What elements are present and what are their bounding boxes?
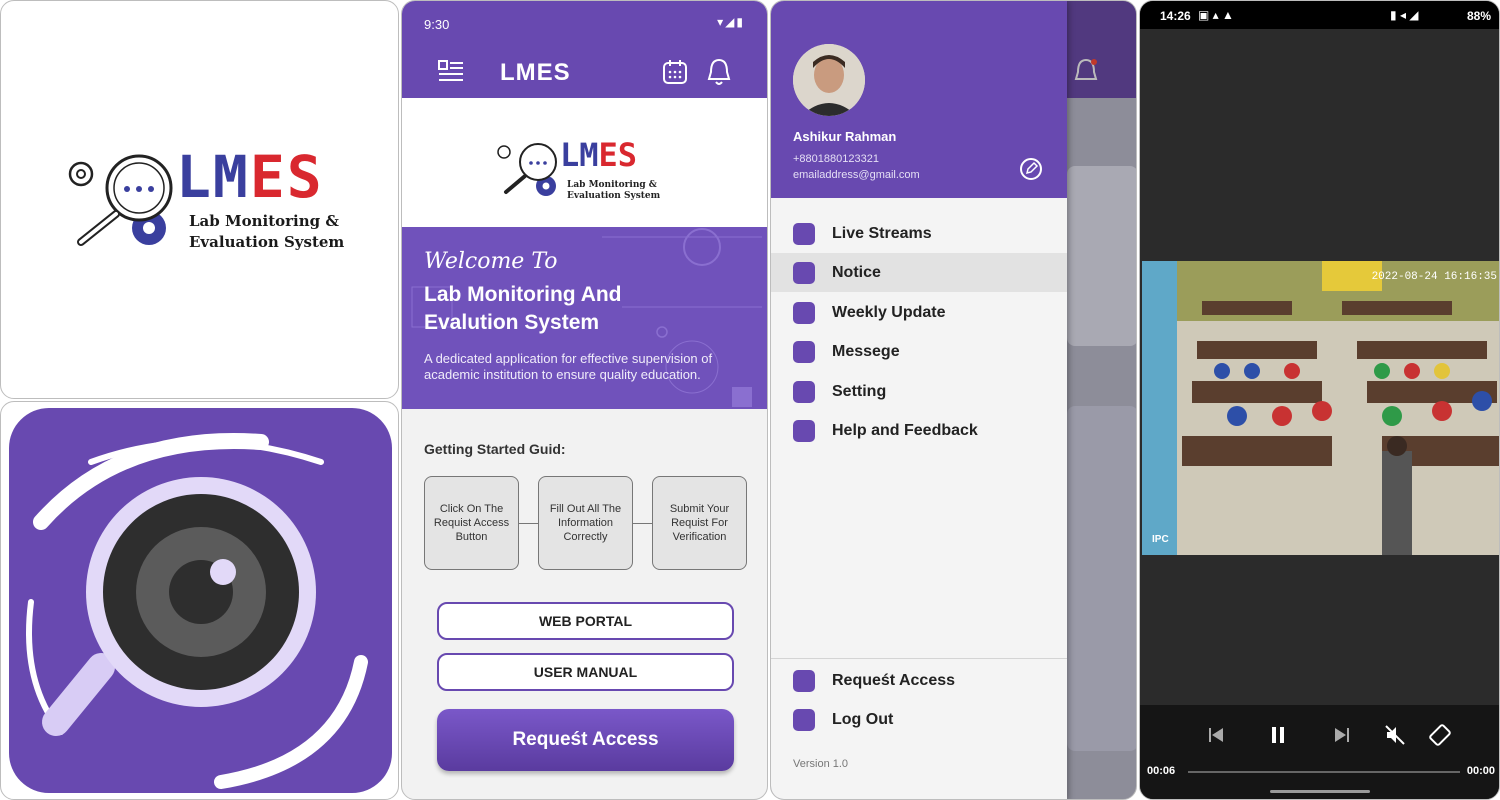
bell-icon <box>1074 58 1098 80</box>
camera-feed[interactable]: 2022-08-24 16:16:35 IPC <box>1142 261 1499 555</box>
drawer-header: Ashikur Rahman +8801880123321 emailaddre… <box>771 1 1067 198</box>
brand-subtitle-line2: Evaluation System <box>567 191 661 201</box>
guide-step-3: Submit Your Requist For Verification <box>652 476 747 570</box>
live-stream-icon <box>793 223 815 245</box>
hero-title: Lab Monitoring And Evalution System <box>424 283 622 334</box>
classroom-video-frame <box>1142 261 1499 555</box>
app-version: Version 1.0 <box>793 758 849 770</box>
user-name: Ashikur Rahman <box>793 129 897 144</box>
drawer-item-label: Live Streams <box>832 225 932 242</box>
home-screen: 9:30 ▾◢▮ LMES LMES Lab Monitoring & Eval… <box>401 0 768 800</box>
user-email: emailaddress@gmail.com <box>793 169 920 181</box>
welcome-banner: Welcome To Lab Monitoring And Evalution … <box>402 227 767 409</box>
magnifier-gear-icon <box>68 154 173 246</box>
status-icons: ▾◢▮ <box>717 15 745 29</box>
status-time: 14:26 <box>1160 9 1191 23</box>
user-phone: +8801880123321 <box>793 153 879 165</box>
drawer-item-label: Setting <box>832 383 887 400</box>
video-timestamp: 2022-08-24 16:16:35 <box>1371 271 1497 283</box>
app-bar: 9:30 ▾◢▮ LMES <box>402 1 767 98</box>
brand-wordmark: LMES <box>560 136 638 174</box>
drawer-item-weekly-update[interactable]: Weekly Update <box>771 293 1067 332</box>
step-connector <box>633 523 652 524</box>
guide-step-2: Fill Out All The Information Correctly <box>538 476 633 570</box>
drawer-item-help[interactable]: Help and Feedback <box>771 411 1067 450</box>
request-access-button[interactable]: Requeśt Access <box>437 709 734 771</box>
hero-description: A dedicated application for effective su… <box>424 351 713 382</box>
drawer-divider <box>771 658 1067 659</box>
drawer-item-notice[interactable]: Notice <box>771 253 1067 292</box>
seek-bar[interactable] <box>1188 771 1460 773</box>
drawer-item-label: Messege <box>832 343 900 360</box>
calendar-icon <box>793 302 815 324</box>
rotate-screen-icon[interactable] <box>1428 723 1452 747</box>
drawer-item-live-streams[interactable]: Live Streams <box>771 214 1067 253</box>
signal-icons: ▮ ◂ ◢ <box>1390 8 1419 22</box>
side-drawer: Ashikur Rahman +8801880123321 emailaddre… <box>771 1 1067 799</box>
drawer-item-label: Help and Feedback <box>832 422 978 439</box>
calendar-icon[interactable] <box>662 59 688 85</box>
player-controls: 00:06 00:00 <box>1140 705 1499 799</box>
avatar <box>793 44 865 116</box>
skip-previous-icon[interactable] <box>1206 725 1226 745</box>
live-stream-player-screen: 14:26 ▣ ▴ ▲ ▮ ◂ ◢ 88% 2022-08-24 16:16:3… <box>1139 0 1500 800</box>
bell-icon[interactable] <box>706 57 732 87</box>
dimmed-app-bar <box>1067 1 1136 98</box>
drawer-item-message[interactable]: Messege <box>771 332 1067 371</box>
camera-lens-magnifier-icon <box>9 408 392 793</box>
magnifier-gear-icon <box>497 143 557 196</box>
message-icon <box>793 341 815 363</box>
logo-subtitle-line1: Lab Monitoring & <box>189 212 339 230</box>
drawer-item-request-access[interactable]: Requeśt Access <box>771 661 1067 700</box>
app-title: LMES <box>500 59 571 86</box>
web-portal-button[interactable]: WEB PORTAL <box>437 602 734 640</box>
welcome-text: Welcome To <box>424 249 558 274</box>
drawer-item-label: Log Out <box>832 711 894 728</box>
dimmed-card <box>1067 166 1136 346</box>
pause-icon[interactable] <box>1268 725 1288 745</box>
dimmed-card <box>1067 406 1136 751</box>
guide-step-1: Click On The Requist Access Button <box>424 476 519 570</box>
status-bar: 9:30 ▾◢▮ <box>402 1 767 45</box>
elapsed-time: 00:06 <box>1147 765 1176 777</box>
brand-subtitle-line1: Lab Monitoring & <box>567 180 657 190</box>
notification-icons: ▣ ▴ ▲ <box>1198 8 1234 22</box>
edit-icon[interactable] <box>1019 157 1043 181</box>
gear-icon <box>793 381 815 403</box>
logo-tile: LMES Lab Monitoring & Evaluation System <box>0 0 399 399</box>
drawer-item-setting[interactable]: Setting <box>771 372 1067 411</box>
menu-icon[interactable] <box>438 59 464 83</box>
logo-wordmark: LMES <box>176 143 324 211</box>
app-icon-tile <box>0 401 399 800</box>
status-bar: 14:26 ▣ ▴ ▲ ▮ ◂ ◢ 88% <box>1140 1 1499 29</box>
request-icon <box>793 670 815 692</box>
remaining-time: 00:00 <box>1466 765 1495 777</box>
battery-percent: 88% <box>1466 9 1491 23</box>
brand-card: LMES Lab Monitoring & Evaluation System <box>402 98 767 227</box>
help-icon <box>793 420 815 442</box>
step-connector <box>519 523 538 524</box>
notice-icon <box>793 262 815 284</box>
drawer-item-label: Weekly Update <box>832 304 946 321</box>
logout-icon <box>793 709 815 731</box>
video-watermark: IPC <box>1152 534 1169 545</box>
home-indicator <box>1270 790 1370 793</box>
lmes-logo: LMES Lab Monitoring & Evaluation System <box>61 146 351 256</box>
status-time: 9:30 <box>424 17 450 32</box>
guide-title: Getting Started Guid: <box>424 441 566 457</box>
logo-subtitle-line2: Evaluation System <box>189 233 345 251</box>
drawer-item-logout[interactable]: Log Out <box>771 700 1067 739</box>
navigation-drawer-screen: Ashikur Rahman +8801880123321 emailaddre… <box>770 0 1137 800</box>
drawer-item-label: Requeśt Access <box>832 672 956 689</box>
mute-icon[interactable] <box>1384 724 1406 746</box>
user-manual-button[interactable]: USER MANUAL <box>437 653 734 691</box>
drawer-item-label: Notice <box>832 264 881 281</box>
skip-next-icon[interactable] <box>1332 725 1352 745</box>
